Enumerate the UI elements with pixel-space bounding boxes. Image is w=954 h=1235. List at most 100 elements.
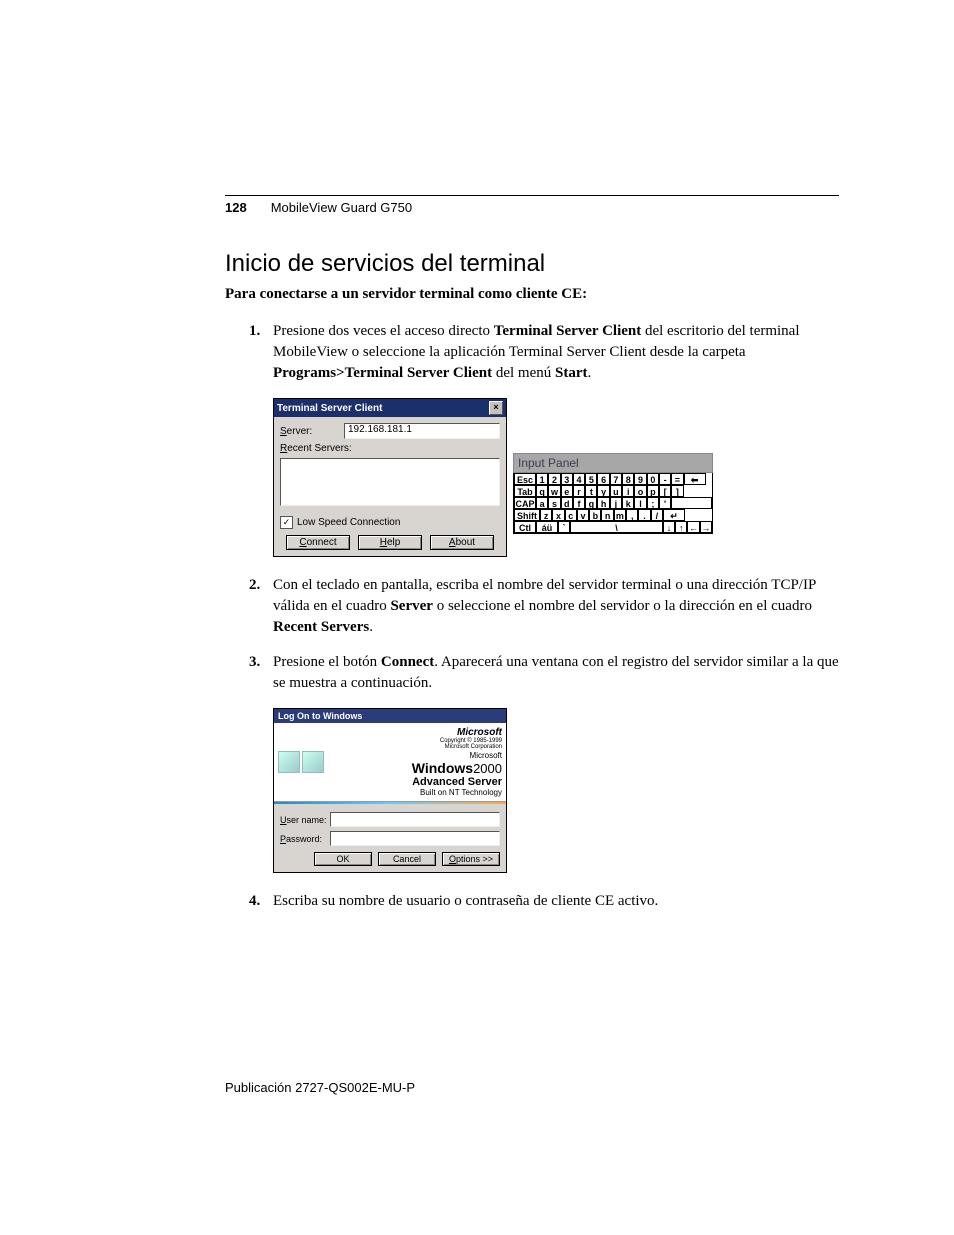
key-y[interactable]: y [597, 485, 609, 497]
key-n[interactable]: n [601, 509, 613, 521]
username-input[interactable] [330, 812, 500, 827]
key-i[interactable]: i [622, 485, 634, 497]
key-w[interactable]: w [548, 485, 560, 497]
section-subtitle: Para conectarse a un servidor terminal c… [225, 286, 839, 303]
recent-servers-list[interactable] [280, 458, 500, 506]
key-tab[interactable]: Tab [514, 485, 536, 497]
key-6[interactable]: 6 [597, 473, 609, 485]
key-↓[interactable]: ↓ [663, 521, 675, 533]
key-][interactable]: ] [671, 485, 683, 497]
help-button[interactable]: Help [358, 535, 422, 550]
key-3[interactable]: 3 [561, 473, 573, 485]
connect-button[interactable]: Connect [286, 535, 350, 550]
kb-row-4: Shiftzxcvbnm,./↵ [514, 509, 712, 521]
key-ctl[interactable]: Ctl [514, 521, 536, 533]
key-7[interactable]: 7 [610, 473, 622, 485]
ok-button[interactable]: OK [314, 852, 372, 866]
key-r[interactable]: r [573, 485, 585, 497]
key-u[interactable]: u [610, 485, 622, 497]
key-k[interactable]: k [622, 497, 634, 509]
key-d[interactable]: d [561, 497, 573, 509]
content: Inicio de servicios del terminal Para co… [225, 250, 839, 926]
step-bold: Recent Servers [273, 619, 369, 635]
key-áü[interactable]: áü [536, 521, 558, 533]
terminal-server-client-window: Terminal Server Client × Server: 192.168… [273, 398, 507, 557]
step-1: 1. Presione dos veces el acceso directo … [249, 321, 839, 384]
cancel-button[interactable]: Cancel [378, 852, 436, 866]
key-return-spacer[interactable] [671, 497, 712, 509]
key-2[interactable]: 2 [548, 473, 560, 485]
step-number: 4. [249, 891, 260, 912]
steps-list-cont: 2. Con el teclado en pantalla, escriba e… [249, 575, 839, 694]
doc-title: MobileView Guard G750 [271, 200, 412, 215]
key-=[interactable]: = [671, 473, 683, 485]
key-l[interactable]: l [634, 497, 646, 509]
key-0[interactable]: 0 [647, 473, 659, 485]
key-c[interactable]: c [565, 509, 577, 521]
key-m[interactable]: m [614, 509, 626, 521]
password-input[interactable] [330, 831, 500, 846]
key-a[interactable]: a [536, 497, 548, 509]
advanced-server-text: Advanced Server [330, 776, 502, 788]
key-5[interactable]: 5 [585, 473, 597, 485]
key-b[interactable]: b [589, 509, 601, 521]
key-v[interactable]: v [577, 509, 589, 521]
step-bold: Server [390, 598, 432, 614]
key-shift[interactable]: Shift [514, 509, 540, 521]
key-p[interactable]: p [647, 485, 659, 497]
microsoft-logo: Microsoft [330, 727, 502, 738]
key-z[interactable]: z [540, 509, 552, 521]
key-↵[interactable]: ↵ [663, 509, 685, 521]
key-/[interactable]: / [651, 509, 663, 521]
key-j[interactable]: j [610, 497, 622, 509]
key--[interactable]: - [659, 473, 671, 485]
input-panel: Input Panel Esc1234567890-=⬅ Tabqwertyui… [513, 453, 713, 534]
key-cap[interactable]: CAP [514, 497, 536, 509]
key-4[interactable]: 4 [573, 473, 585, 485]
key-⬅[interactable]: ⬅ [684, 473, 706, 485]
logon-banner: Microsoft Copyright © 1985-1999 Microsof… [274, 723, 506, 802]
key-f[interactable]: f [573, 497, 585, 509]
logon-title-bar: Log On to Windows [274, 709, 506, 723]
key-9[interactable]: 9 [634, 473, 646, 485]
about-button[interactable]: About [430, 535, 494, 550]
key-t[interactable]: t [585, 485, 597, 497]
checkbox-icon: ✓ [280, 516, 293, 529]
tsc-title-bar: Terminal Server Client × [274, 399, 506, 417]
step-3: 3. Presione el botón Connect. Aparecerá … [249, 652, 839, 694]
step-text: Presione el botón [273, 654, 381, 670]
low-speed-checkbox[interactable]: ✓ Low Speed Connection [280, 516, 500, 529]
key-←[interactable]: ← [687, 521, 699, 533]
key-.[interactable]: . [638, 509, 650, 521]
step-text: Escriba su nombre de usuario o contraseñ… [273, 893, 658, 909]
steps-list-cont2: 4. Escriba su nombre de usuario o contra… [249, 891, 839, 912]
key-[[interactable]: [ [659, 485, 671, 497]
key-o[interactable]: o [634, 485, 646, 497]
key-q[interactable]: q [536, 485, 548, 497]
key-e[interactable]: e [561, 485, 573, 497]
key-1[interactable]: 1 [536, 473, 548, 485]
screen-icon [302, 751, 324, 773]
step-text: del menú [492, 365, 555, 381]
steps-list: 1. Presione dos veces el acceso directo … [249, 321, 839, 384]
key-'[interactable]: ' [659, 497, 671, 509]
key-↑[interactable]: ↑ [675, 521, 687, 533]
options-button[interactable]: Options >> [442, 852, 500, 866]
key-x[interactable]: x [552, 509, 564, 521]
key-8[interactable]: 8 [622, 473, 634, 485]
server-input[interactable]: 192.168.181.1 [344, 423, 500, 439]
key-h[interactable]: h [597, 497, 609, 509]
step-text: Presione dos veces el acceso directo [273, 323, 494, 339]
key-`[interactable]: ` [558, 521, 570, 533]
key-esc[interactable]: Esc [514, 473, 536, 485]
key-;[interactable]: ; [647, 497, 659, 509]
key-,[interactable]: , [626, 509, 638, 521]
close-icon[interactable]: × [489, 401, 503, 415]
key-→[interactable]: → [700, 521, 712, 533]
key-s[interactable]: s [548, 497, 560, 509]
server-label: Server: [280, 426, 344, 437]
step-bold: Programs>Terminal Server Client [273, 365, 492, 381]
key-\[interactable]: \ [570, 521, 663, 533]
low-speed-label: Low Speed Connection [297, 517, 400, 528]
key-g[interactable]: g [585, 497, 597, 509]
